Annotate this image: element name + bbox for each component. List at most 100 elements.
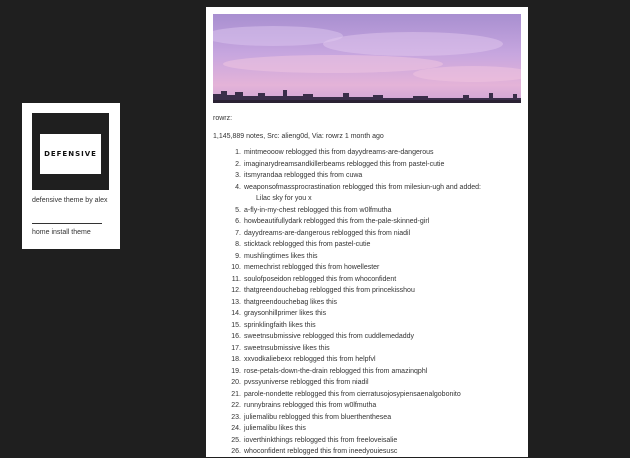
note-text[interactable]: mintmeooow reblogged this from dayydream… <box>244 149 433 156</box>
note-item: 22. runnybrains reblogged this from w0lfm… <box>222 400 522 412</box>
note-number: 3. <box>235 172 241 179</box>
note-number: 26. <box>231 448 241 455</box>
note-item: 7. dayydreams-are-dangerous reblogged thi… <box>222 228 522 240</box>
note-number: 16. <box>231 333 241 340</box>
theme-logo[interactable]: DEFENSIVE <box>32 113 109 190</box>
home-link[interactable]: home <box>32 229 50 236</box>
note-text[interactable]: juliemalibu reblogged this from bluerthe… <box>244 414 391 421</box>
note-number: 15. <box>231 321 241 329</box>
install-theme-link[interactable]: install theme <box>51 229 90 236</box>
note-text[interactable]: whoconfident reblogged this from ineedyo… <box>244 448 397 455</box>
sidebar-links: home install theme <box>32 229 91 236</box>
post-time[interactable]: 1 month ago <box>345 133 384 140</box>
note-text[interactable]: memechrist reblogged this from howellest… <box>244 264 379 271</box>
note-text[interactable]: pvssyuniverse reblogged this from niadil <box>244 379 369 386</box>
note-number: 1. <box>235 149 241 156</box>
note-number: 11. <box>231 275 241 283</box>
note-number: 2. <box>235 160 241 168</box>
note-number: 24. <box>231 425 241 432</box>
note-text[interactable]: mushlingtimes likes this <box>244 253 318 260</box>
note-number: 4. <box>235 183 241 191</box>
note-text[interactable]: itsmyrandaa reblogged this from cuwa <box>244 172 362 179</box>
note-item: 15. sprinklingfaith likes this <box>222 320 522 332</box>
note-item: 25. ioverthinkthings reblogged this from … <box>222 435 522 447</box>
note-item: 14. graysonhillprimer likes this <box>222 308 522 320</box>
note-item: 18. xxvodkaliebexx reblogged this from he… <box>222 354 522 366</box>
note-item: 2. imaginarydreamsandkillerbeams reblogge… <box>222 159 522 171</box>
note-number: 8. <box>235 241 241 248</box>
note-item: 21. parole-nondette reblogged this from c… <box>222 389 522 401</box>
note-number: 9. <box>235 252 241 260</box>
notes-count[interactable]: 1,145,889 notes, <box>213 133 265 140</box>
note-number: 20. <box>231 379 241 386</box>
notes-list: 1. mintmeooow reblogged this from dayydre… <box>222 147 522 458</box>
note-text[interactable]: sticktack reblogged this from pastel-cut… <box>244 241 370 248</box>
note-item: 20. pvssyuniverse reblogged this from nia… <box>222 377 522 389</box>
note-text[interactable]: graysonhillprimer likes this <box>244 310 326 317</box>
note-text[interactable]: sweetnsubmissive likes this <box>244 345 330 352</box>
note-item: 12. thatgreendouchebag reblogged this fro… <box>222 285 522 297</box>
note-text[interactable]: sprinklingfaith likes this <box>244 322 316 329</box>
note-text[interactable]: a-fly-in-my-chest reblogged this from w0… <box>244 207 391 214</box>
note-text[interactable]: dayydreams-are-dangerous reblogged this … <box>244 230 410 237</box>
note-text[interactable]: sweetnsubmissive reblogged this from cud… <box>244 333 414 340</box>
sidebar: DEFENSIVE defensive theme by alex home i… <box>22 103 120 249</box>
note-item: 13. thatgreendouchebag likes this <box>222 297 522 309</box>
theme-credit: defensive theme by alex <box>32 197 108 204</box>
note-text[interactable]: imaginarydreamsandkillerbeams reblogged … <box>244 161 444 168</box>
note-item: 9. mushlingtimes likes this <box>222 251 522 263</box>
note-item: 10. memechrist reblogged this from howell… <box>222 262 522 274</box>
note-number: 7. <box>235 229 241 237</box>
src-user-link[interactable]: alieng0d, <box>282 133 310 140</box>
note-item: 16. sweetnsubmissive reblogged this from … <box>222 331 522 343</box>
note-item: 24. juliemalibu likes this <box>222 423 522 435</box>
post-meta: 1,145,889 notes, Src: alieng0d, Via: row… <box>213 133 384 140</box>
note-item: 1. mintmeooow reblogged this from dayydre… <box>222 147 522 159</box>
note-number: 21. <box>231 390 241 398</box>
note-item: 5. a-fly-in-my-chest reblogged this from … <box>222 205 522 217</box>
note-number: 13. <box>231 298 241 306</box>
note-item: 4. weaponsofmassprocrastination reblogged… <box>222 182 522 194</box>
note-item: 6. howbeautifullydark reblogged this from… <box>222 216 522 228</box>
note-item: 8. sticktack reblogged this from pastel-c… <box>222 239 522 251</box>
note-text[interactable]: rose-petals-down-the-drain reblogged thi… <box>244 368 427 375</box>
post-caption: rowrz: <box>213 115 233 122</box>
note-number: 23. <box>231 413 241 421</box>
note-text[interactable]: runnybrains reblogged this from w0lfmuth… <box>244 402 376 409</box>
post-photo[interactable] <box>213 14 521 103</box>
sidebar-divider <box>32 223 102 224</box>
note-text[interactable]: xxvodkaliebexx reblogged this from helpf… <box>244 356 376 363</box>
note-number: 25. <box>231 436 241 444</box>
note-number: 5. <box>235 206 241 214</box>
note-number: 19. <box>231 367 241 375</box>
note-text[interactable]: howbeautifullydark reblogged this from t… <box>244 218 429 225</box>
note-number: 14. <box>231 310 241 317</box>
note-number: 22. <box>231 402 241 409</box>
note-text[interactable]: ioverthinkthings reblogged this from fre… <box>244 437 397 444</box>
via-label: Via: <box>311 133 324 140</box>
note-added-comment: Lilac sky for you x <box>222 193 522 205</box>
note-text[interactable]: weaponsofmassprocrastination reblogged t… <box>244 184 481 191</box>
note-item: 19. rose-petals-down-the-drain reblogged … <box>222 366 522 378</box>
src-label: Src: <box>267 133 280 140</box>
note-number: 10. <box>231 264 241 271</box>
note-item: 26. whoconfident reblogged this from inee… <box>222 446 522 458</box>
note-item: 23. juliemalibu reblogged this from bluer… <box>222 412 522 424</box>
note-comment-text: Lilac sky for you x <box>256 195 312 202</box>
note-item: 11. soulofposeidon reblogged this from wh… <box>222 274 522 286</box>
note-text[interactable]: juliemalibu likes this <box>244 425 306 432</box>
note-text[interactable]: thatgreendouchebag likes this <box>244 299 337 306</box>
lilac-sky-image <box>213 14 521 103</box>
post-panel: rowrz: 1,145,889 notes, Src: alieng0d, V… <box>206 7 528 457</box>
note-text[interactable]: parole-nondette reblogged this from cier… <box>244 391 461 398</box>
via-user-link[interactable]: rowrz <box>326 133 343 140</box>
note-number: 18. <box>231 356 241 363</box>
logo-text: DEFENSIVE <box>40 134 101 174</box>
note-number: 17. <box>231 344 241 352</box>
note-number: 6. <box>235 218 241 225</box>
note-text[interactable]: thatgreendouchebag reblogged this from p… <box>244 287 415 294</box>
note-item: 3. itsmyrandaa reblogged this from cuwa <box>222 170 522 182</box>
note-text[interactable]: soulofposeidon reblogged this from whoco… <box>244 276 396 283</box>
note-number: 12. <box>231 287 241 294</box>
note-item: 17. sweetnsubmissive likes this <box>222 343 522 355</box>
